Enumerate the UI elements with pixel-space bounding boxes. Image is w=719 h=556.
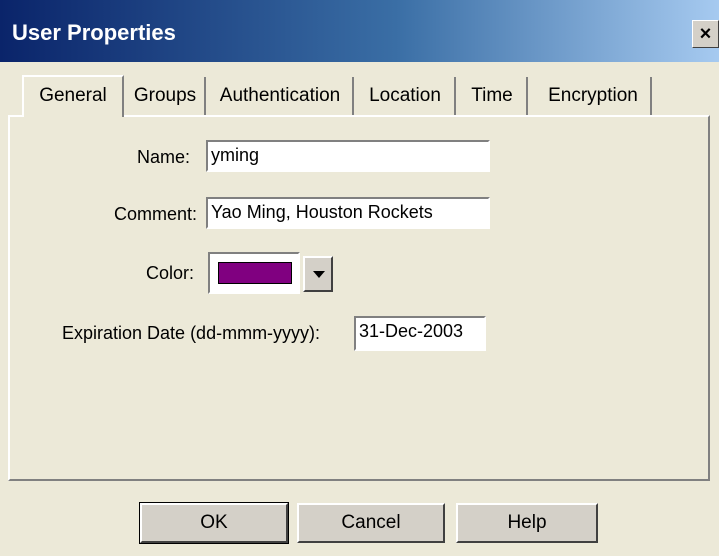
name-field[interactable]: yming <box>206 140 490 172</box>
color-dropdown-button[interactable] <box>303 256 333 292</box>
chevron-down-icon <box>313 271 325 278</box>
color-select[interactable] <box>208 252 300 294</box>
color-label: Color: <box>146 263 195 283</box>
cancel-button[interactable]: Cancel <box>297 503 445 543</box>
comment-label: Comment: <box>114 204 198 224</box>
tab-authentication[interactable]: Authentication <box>208 77 354 115</box>
tab-time[interactable]: Time <box>458 77 528 115</box>
close-icon: × <box>699 23 712 45</box>
window-title: User Properties <box>12 20 176 45</box>
expiration-label: Expiration Date (dd-mmm-yyyy): <box>62 323 321 343</box>
tab-encryption[interactable]: Encryption <box>536 77 652 115</box>
expiration-date-field[interactable]: 31-Dec-2003 <box>354 316 486 351</box>
color-swatch <box>218 262 292 284</box>
tab-location[interactable]: Location <box>356 77 456 115</box>
close-button[interactable]: × <box>692 20 719 48</box>
ok-button[interactable]: OK <box>139 502 289 544</box>
comment-field[interactable]: Yao Ming, Houston Rockets <box>206 197 490 229</box>
tab-groups[interactable]: Groups <box>126 77 206 115</box>
name-label: Name: <box>137 147 191 167</box>
title-bar[interactable]: User Properties × <box>0 0 719 62</box>
tab-general[interactable]: General <box>22 75 124 117</box>
help-button[interactable]: Help <box>456 503 598 543</box>
tab-bar: General Groups Authentication Location T… <box>22 75 712 117</box>
